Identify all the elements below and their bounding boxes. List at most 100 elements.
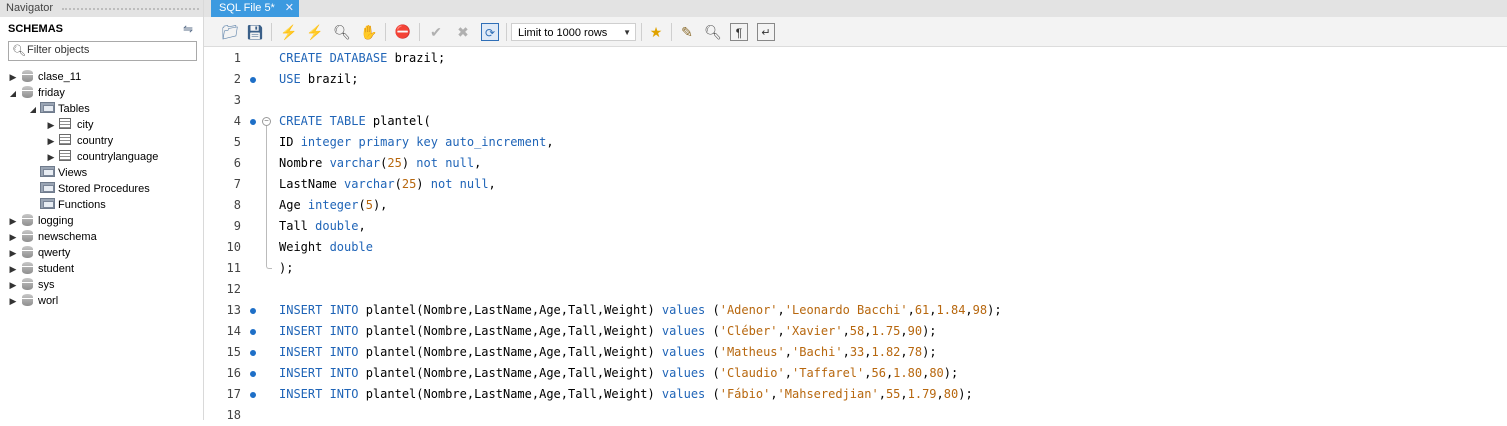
code-line[interactable]: CREATE DATABASE brazil; (279, 48, 445, 69)
expanded-arrow-icon[interactable]: ◢ (8, 86, 18, 102)
database-icon (22, 278, 33, 290)
tree-item-views[interactable]: Views (0, 165, 203, 181)
execute-icon[interactable]: ⚡ (280, 23, 298, 41)
collapsed-arrow-icon[interactable]: ▶ (46, 133, 56, 149)
tree-item-tables[interactable]: ◢ Tables (0, 101, 203, 117)
code-text: ( (394, 177, 402, 191)
tree-item-clase-11[interactable]: ▶ clase_11 (0, 69, 203, 85)
toggle-error-icon[interactable]: ⛔ (394, 23, 412, 41)
find-icon[interactable]: 🔍︎ (704, 23, 722, 41)
limit-rows-select[interactable]: Limit to 1000 rows ▼ (511, 23, 636, 41)
wrap-icon[interactable]: ↵ (757, 23, 775, 41)
execute-current-icon[interactable]: ⚡ (306, 23, 324, 41)
tree-item-functions[interactable]: Functions (0, 197, 203, 213)
line-number: 15 (226, 345, 241, 359)
collapsed-arrow-icon[interactable]: ▶ (8, 245, 18, 261)
expanded-arrow-icon[interactable]: ◢ (28, 102, 38, 118)
sql-keyword: values (661, 324, 706, 338)
line-number: 1 (233, 51, 241, 65)
rollback-icon[interactable]: ✖ (454, 23, 472, 41)
save-icon[interactable]: 💾︎ (246, 23, 264, 41)
open-file-icon[interactable]: 📁︎ (221, 23, 239, 41)
collapsed-arrow-icon[interactable]: ▶ (8, 229, 18, 245)
collapsed-arrow-icon[interactable]: ▶ (8, 69, 18, 85)
code-line[interactable]: Weight double (279, 237, 373, 258)
code-line[interactable]: CREATE TABLE plantel( (279, 111, 431, 132)
line-number: 14 (226, 324, 241, 338)
tree-item-worl[interactable]: ▶ worl (0, 293, 203, 309)
search-icon: 🔍︎ (12, 45, 26, 57)
tree-item-label: Tables (58, 103, 90, 115)
code-text: ID (279, 135, 301, 149)
numeric-literal: 56 (871, 366, 886, 380)
add-snippet-icon[interactable]: ★ (647, 23, 665, 41)
code-line[interactable]: ID integer primary key auto_increment, (279, 132, 554, 153)
numeric-literal: 55 (885, 387, 901, 401)
string-literal: 'Taffarel' (792, 366, 865, 380)
tab-sql-file[interactable]: SQL File 5* ✕ (211, 0, 299, 17)
database-icon (22, 294, 33, 306)
sql-keyword: INSERT INTO (279, 387, 359, 401)
line-number: 8 (233, 198, 241, 212)
code-line[interactable]: INSERT INTO plantel(Nombre,LastName,Age,… (279, 321, 937, 342)
code-text: , (878, 387, 886, 401)
collapsed-arrow-icon[interactable]: ▶ (8, 277, 18, 293)
collapsed-arrow-icon[interactable]: ▶ (46, 117, 56, 133)
tree-item-student[interactable]: ▶ student (0, 261, 203, 277)
database-icon (22, 70, 33, 82)
code-line[interactable]: Age integer(5), (279, 195, 387, 216)
sql-keyword: not null (416, 156, 475, 170)
editor-gutter: 1 2 3 4−5 6 7 8 9 10 11 12 13 14 15 16 17 18 (204, 47, 276, 422)
tree-item-qwerty[interactable]: ▶ qwerty (0, 245, 203, 261)
tree-item-logging[interactable]: ▶ logging (0, 213, 203, 229)
tree-item-label: country (77, 135, 114, 147)
sql-editor[interactable]: 1 2 3 4−5 6 7 8 9 10 11 12 13 14 15 16 17 18 CREATE DATA… (204, 47, 1507, 422)
code-text: , (907, 303, 915, 317)
collapsed-arrow-icon[interactable]: ▶ (8, 213, 18, 229)
collapsed-arrow-icon[interactable]: ▶ (8, 293, 18, 309)
line-number: 4 (233, 114, 241, 128)
table-icon (59, 134, 71, 145)
collapsed-arrow-icon[interactable]: ▶ (8, 261, 18, 277)
code-line[interactable]: Nombre varchar(25) not null, (279, 153, 481, 174)
numeric-literal: 80 (929, 366, 944, 380)
explain-icon[interactable]: 🔍︎ (333, 23, 351, 41)
beautify-icon[interactable]: ✎ (678, 23, 696, 41)
stop-icon[interactable]: ✋ (360, 23, 378, 41)
code-line[interactable]: USE brazil; (279, 69, 358, 90)
code-text: ); (279, 261, 294, 275)
code-text: ); (958, 387, 973, 401)
filter-box: 🔍︎ (8, 41, 197, 61)
code-text: brazil; (300, 72, 359, 86)
tree-item-newschema[interactable]: ▶ newschema (0, 229, 203, 245)
code-text: , (546, 135, 554, 149)
code-text: , (900, 387, 908, 401)
code-line[interactable]: INSERT INTO plantel(Nombre,LastName,Age,… (279, 384, 973, 405)
commit-icon[interactable]: ✔ (427, 23, 445, 41)
code-line[interactable]: INSERT INTO plantel(Nombre,LastName,Age,… (279, 342, 937, 363)
tree-item-countrylanguage[interactable]: ▶ countrylanguage (0, 149, 203, 165)
autocommit-icon[interactable]: ⟳ (481, 23, 499, 41)
code-line[interactable]: INSERT INTO plantel(Nombre,LastName,Age,… (279, 300, 1002, 321)
close-tab-icon[interactable]: ✕ (285, 0, 294, 17)
title-divider (62, 8, 199, 10)
code-line[interactable]: Tall double, (279, 216, 366, 237)
code-line[interactable]: ); (279, 258, 293, 279)
collapsed-arrow-icon[interactable]: ▶ (46, 149, 56, 165)
tree-item-city[interactable]: ▶ city (0, 117, 203, 133)
tree-item-label: sys (38, 279, 55, 291)
filter-objects-input[interactable] (27, 42, 177, 58)
tree-item-friday[interactable]: ◢ friday (0, 85, 203, 101)
tree-item-sys[interactable]: ▶ sys (0, 277, 203, 293)
tree-item-label: student (38, 263, 75, 275)
line-number: 5 (233, 135, 241, 149)
code-text: ( (705, 387, 720, 401)
code-text: , (784, 366, 792, 380)
invisible-chars-icon[interactable]: ¶ (730, 23, 748, 41)
refresh-schemas-icon[interactable]: ⇋ (183, 17, 193, 41)
tree-item-country[interactable]: ▶ country (0, 133, 203, 149)
fold-toggle-icon[interactable]: − (262, 117, 271, 126)
code-line[interactable]: INSERT INTO plantel(Nombre,LastName,Age,… (279, 363, 958, 384)
tree-item-stored-procedures[interactable]: Stored Procedures (0, 181, 203, 197)
code-line[interactable]: LastName varchar(25) not null, (279, 174, 496, 195)
